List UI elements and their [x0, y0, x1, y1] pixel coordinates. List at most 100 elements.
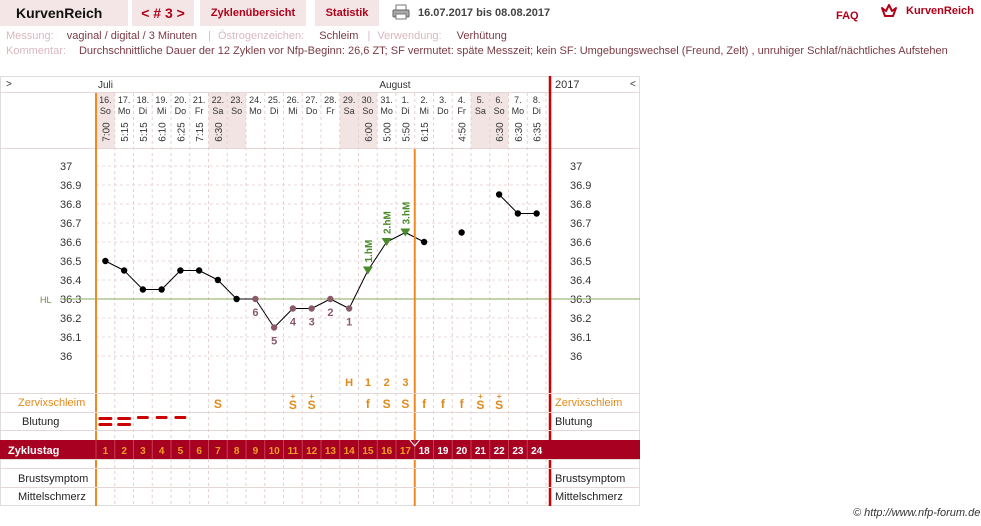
measure-time: 5:15	[139, 122, 150, 142]
zervix-label-left: Zervixschleim	[18, 397, 85, 409]
zervix-value: S	[308, 398, 316, 412]
tab-statistik[interactable]: Statistik	[315, 0, 379, 26]
high-marker-label: 1.hM	[364, 240, 375, 263]
weekday-label: Do	[306, 106, 318, 116]
hl-label: HL	[40, 295, 52, 305]
tab-zyklenuebersicht[interactable]: Zyklenübersicht	[200, 0, 306, 26]
y-tick-label-right: 36.9	[570, 180, 591, 192]
date-range: 16.07.2017 bis 08.08.2017	[418, 7, 551, 19]
zyklustag-number: 15	[362, 446, 374, 457]
brustsymptom-label-right: Brustsymptom	[555, 473, 625, 485]
zyklustag-number: 19	[437, 446, 449, 457]
app-brand[interactable]: KurvenReich	[0, 0, 128, 26]
y-tick-label-right: 36.7	[570, 218, 591, 230]
bleeding-mark	[98, 417, 113, 420]
year-label: 2017	[555, 79, 579, 91]
mittelschmerz-label-right: Mittelschmerz	[555, 491, 623, 503]
bleeding-mark	[136, 416, 149, 419]
blutung-label-right: Blutung	[555, 416, 592, 428]
y-tick-label-left: 36.6	[60, 237, 81, 249]
zervix-label-right: Zervixschleim	[555, 397, 622, 409]
weekday-label: Fr	[457, 106, 466, 116]
verwendung-label: Verwendung:	[377, 30, 442, 42]
faq-link[interactable]: FAQ	[836, 3, 859, 29]
weekday-label: So	[494, 106, 505, 116]
day-number: 3.	[439, 95, 447, 105]
zyklustag-number: 13	[325, 446, 337, 457]
weekday-label: Fr	[195, 106, 204, 116]
y-tick-label-left: 36.2	[60, 313, 81, 325]
day-number: 29.	[343, 95, 356, 105]
weekday-label: Mo	[512, 106, 525, 116]
logo-text[interactable]: KurvenReich	[906, 0, 974, 22]
temperature-point	[195, 267, 203, 274]
low-number-label: 1	[346, 317, 352, 329]
temperature-point	[233, 295, 240, 303]
copyright: © http://www.nfp-forum.de	[853, 507, 981, 519]
y-tick-label-left: 36.4	[60, 275, 81, 287]
zervix-value: S	[289, 398, 297, 412]
zyklustag-label-left: Zyklustag	[8, 445, 59, 457]
weekday-label: Mi	[419, 106, 429, 116]
weekday-label: Sa	[344, 106, 355, 116]
bleeding-mark	[174, 416, 187, 419]
temperature-point	[458, 229, 465, 236]
kommentar-value: Durchschnittliche Dauer der 12 Zyklen vo…	[78, 45, 948, 57]
temperature-point	[289, 305, 297, 312]
day-number: 18.	[137, 95, 150, 105]
day-number: 4.	[458, 95, 466, 105]
zyklustag-number: 4	[159, 446, 165, 457]
measure-time: 5:15	[120, 122, 131, 142]
zyklustag-number: 6	[196, 446, 202, 457]
weekday-label: Sa	[212, 106, 223, 116]
low-number-label: 5	[271, 336, 277, 348]
high-marker-label: 3.hM	[401, 202, 412, 225]
y-tick-label-left: 36.3	[60, 294, 81, 306]
oestrogen-value: Schleim	[319, 30, 359, 42]
measure-time: 6:30	[495, 122, 506, 142]
measure-time: 6:35	[533, 122, 544, 142]
printer-icon[interactable]	[392, 4, 410, 20]
day-number: 31.	[380, 95, 393, 105]
zyklustag-number: 14	[344, 446, 356, 457]
cycle-navigator[interactable]: < # 3 >	[132, 0, 194, 26]
weekday-label: So	[362, 106, 373, 116]
day-number: 27.	[305, 95, 318, 105]
temperature-point	[102, 257, 109, 265]
nav-left-icon: >	[6, 79, 12, 90]
day-number: 6.	[495, 95, 503, 105]
temperature-point	[327, 295, 334, 303]
low-number-label: 3	[309, 317, 315, 329]
day-number: 23.	[230, 95, 243, 105]
day-number: 5.	[477, 95, 485, 105]
bleeding-mark	[117, 417, 132, 420]
weekday-label: Fr	[326, 106, 335, 116]
zyklustag-number: 20	[456, 446, 468, 457]
y-tick-label-right: 36.1	[570, 332, 591, 344]
zyklustag-number: 2	[121, 446, 127, 457]
y-tick-label-right: 36.3	[570, 294, 591, 306]
temperature-point	[252, 295, 259, 303]
measure-time: 5:50	[401, 122, 412, 142]
month-label-juli: Juli	[98, 80, 113, 91]
info-line-kommentar: Kommentar: Durchschnittliche Dauer der 1…	[6, 45, 948, 57]
day-number: 30.	[362, 95, 375, 105]
zervix-value: S	[495, 398, 503, 412]
month-label-august: August	[379, 80, 410, 91]
y-tick-label-right: 36.8	[570, 199, 591, 211]
crown-icon[interactable]	[880, 2, 898, 20]
measure-time: 5:00	[383, 122, 394, 142]
bleeding-mark	[155, 416, 168, 419]
nav-right-icon: <	[630, 79, 636, 90]
day-number: 7.	[514, 95, 522, 105]
zyklustag-number: 21	[475, 446, 487, 457]
weekday-label: Sa	[475, 106, 486, 116]
y-tick-label-right: 36.5	[570, 256, 591, 268]
messung-value: vaginal / digital / 3 Minuten	[66, 30, 198, 42]
zyklustag-number: 22	[494, 446, 506, 457]
zyklustag-number: 16	[381, 446, 393, 457]
y-tick-label-left: 36.8	[60, 199, 81, 211]
kommentar-label: Kommentar:	[6, 45, 66, 57]
y-tick-label-left: 36.5	[60, 256, 81, 268]
y-tick-label-left: 36.7	[60, 218, 81, 230]
